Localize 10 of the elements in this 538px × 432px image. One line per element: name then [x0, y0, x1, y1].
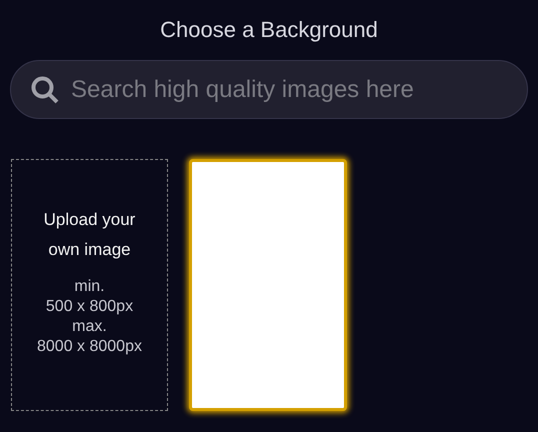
page-title: Choose a Background: [160, 16, 378, 44]
upload-area[interactable]: Upload your own image min. 500 x 800px max. 8000 x 8000px: [11, 159, 168, 411]
size-requirement: 500 x 800px: [46, 297, 134, 317]
background-option[interactable]: [189, 159, 347, 411]
size-requirement: min.: [74, 277, 105, 297]
size-requirement: 8000 x 8000px: [37, 337, 142, 357]
upload-label: Upload your own image: [42, 209, 136, 261]
search-icon: [30, 75, 60, 105]
size-requirement: max.: [72, 317, 107, 337]
search-field[interactable]: Search high quality images here: [10, 60, 528, 119]
